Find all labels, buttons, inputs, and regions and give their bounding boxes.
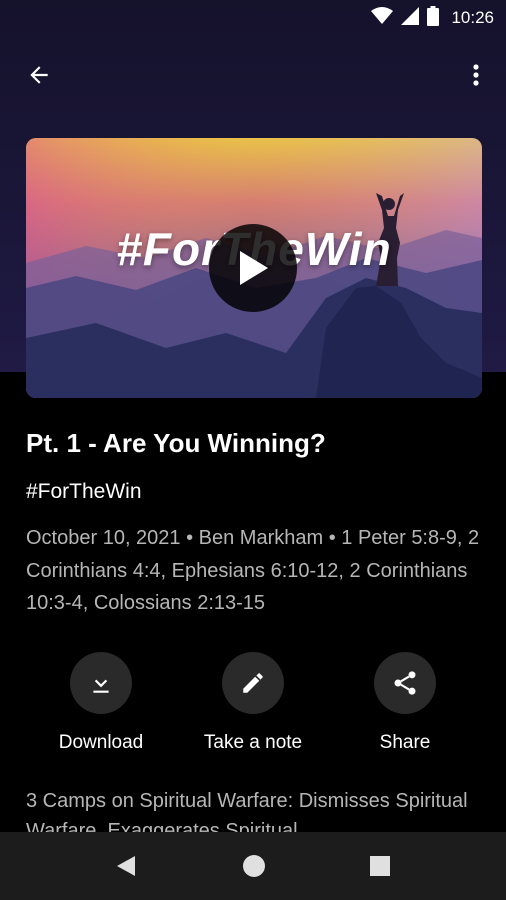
play-button[interactable] xyxy=(209,224,297,312)
take-note-label: Take a note xyxy=(203,732,303,753)
app-bar xyxy=(0,48,506,100)
nav-recents-button[interactable] xyxy=(366,852,394,880)
more-options-button[interactable] xyxy=(464,58,488,92)
system-nav-bar xyxy=(0,832,506,900)
wifi-icon xyxy=(371,6,394,30)
recents-square-icon xyxy=(370,856,390,876)
share-icon xyxy=(394,671,416,695)
status-time: 10:26 xyxy=(451,8,494,27)
pencil-icon xyxy=(243,673,263,693)
home-circle-icon xyxy=(243,855,265,877)
download-circle[interactable] xyxy=(70,652,132,714)
more-vertical-icon xyxy=(473,64,479,86)
share-button[interactable]: Share xyxy=(330,652,480,764)
video-thumbnail[interactable]: #ForTheWin xyxy=(26,138,482,398)
back-triangle-icon xyxy=(117,856,135,876)
series-name[interactable]: #ForTheWin xyxy=(26,480,142,504)
take-note-circle[interactable] xyxy=(222,652,284,714)
download-button[interactable]: Download xyxy=(26,652,176,764)
sermon-meta: October 10, 2021 • Ben Markham • 1 Peter… xyxy=(26,527,480,614)
arrow-left-icon xyxy=(30,66,48,84)
sermon-title: Pt. 1 - Are You Winning? xyxy=(26,428,326,458)
back-button[interactable] xyxy=(22,58,56,92)
share-label: Share xyxy=(379,732,431,753)
signal-icon xyxy=(401,6,420,30)
download-label: Download xyxy=(58,732,144,753)
battery-icon xyxy=(427,5,440,31)
nav-back-button[interactable] xyxy=(112,852,140,880)
status-bar: 10:26 xyxy=(0,0,506,36)
play-icon xyxy=(240,251,268,285)
download-icon xyxy=(93,673,109,693)
take-note-button[interactable]: Take a note xyxy=(178,652,328,764)
nav-home-button[interactable] xyxy=(240,852,268,880)
share-circle[interactable] xyxy=(374,652,436,714)
